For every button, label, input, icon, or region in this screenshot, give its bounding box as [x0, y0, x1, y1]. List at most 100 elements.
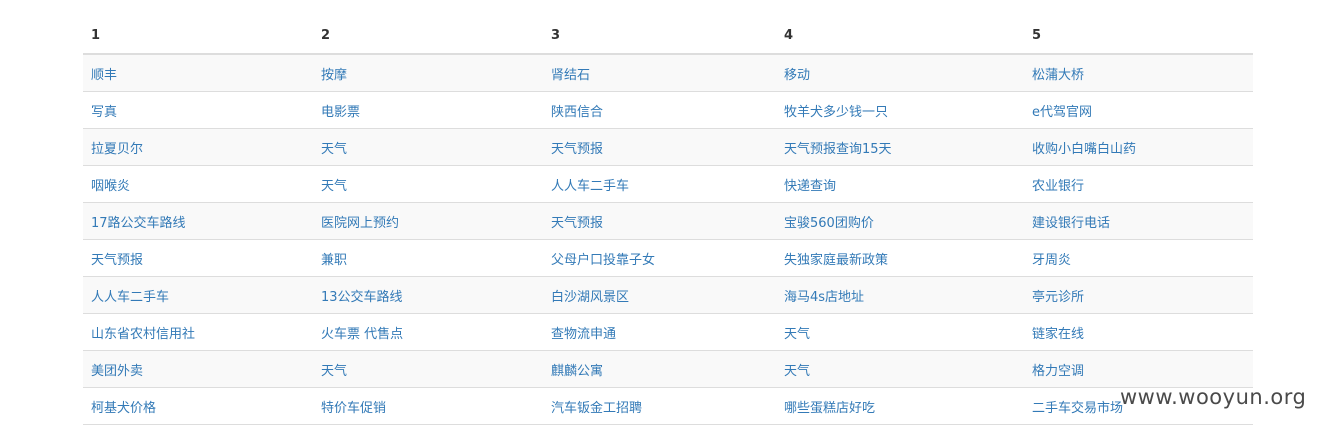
keyword-link[interactable]: 咽喉炎	[91, 179, 130, 194]
table-cell: 山东省农村信用社	[83, 313, 313, 351]
table-cell: 电影票	[313, 91, 543, 129]
keyword-link[interactable]: 天气	[784, 364, 810, 379]
keyword-link[interactable]: 牧羊犬多少钱一只	[784, 105, 888, 120]
keyword-link[interactable]: 查物流申通	[551, 327, 616, 342]
keyword-link[interactable]: 人人车二手车	[551, 179, 629, 194]
keyword-link[interactable]: 宝骏560团购价	[784, 216, 874, 231]
table-row: 写真 电影票 陕西信合 牧羊犬多少钱一只 e代驾官网	[83, 91, 1253, 129]
table-cell: 哪些蛋糕店好吃	[776, 387, 1024, 425]
table-cell: 查物流申通	[543, 313, 776, 351]
keyword-link[interactable]: 失独家庭最新政策	[784, 253, 888, 268]
keyword-link[interactable]: 天气	[321, 179, 347, 194]
table-cell: 牙周炎	[1024, 239, 1253, 277]
table-cell: 顺丰	[83, 54, 313, 92]
table-cell: 天气预报	[543, 202, 776, 240]
keyword-link[interactable]: 天气预报	[91, 253, 143, 268]
keyword-link[interactable]: 松蒲大桥	[1032, 68, 1084, 83]
table-cell: 拉夏贝尔	[83, 128, 313, 166]
table-row: 天气预报 兼职 父母户口投靠子女 失独家庭最新政策 牙周炎	[83, 239, 1253, 277]
column-header-3: 3	[543, 17, 776, 55]
table-cell: 白沙湖风景区	[543, 276, 776, 314]
table-cell: 医院网上预约	[313, 202, 543, 240]
table-cell: 失独家庭最新政策	[776, 239, 1024, 277]
keyword-link[interactable]: 格力空调	[1032, 364, 1084, 379]
table-cell: 天气预报	[83, 239, 313, 277]
keyword-link[interactable]: 亭元诊所	[1032, 290, 1084, 305]
keyword-link[interactable]: 柯基犬价格	[91, 401, 156, 416]
keyword-link[interactable]: 火车票 代售点	[321, 327, 403, 342]
results-table: 1 2 3 4 5 顺丰 按摩 肾结石 移动 松蒲大桥写真 电影票 陕西信合 牧羊犬多少钱一只…	[83, 17, 1253, 425]
table-cell: 13公交车路线	[313, 276, 543, 314]
table-cell: 松蒲大桥	[1024, 54, 1253, 92]
keyword-link[interactable]: 13公交车路线	[321, 290, 403, 305]
keyword-link[interactable]: e代驾官网	[1032, 105, 1092, 120]
table-cell: 天气	[313, 350, 543, 388]
keyword-link[interactable]: 医院网上预约	[321, 216, 399, 231]
keyword-link[interactable]: 移动	[784, 68, 810, 83]
table-cell: 按摩	[313, 54, 543, 92]
keyword-link[interactable]: 电影票	[321, 105, 360, 120]
table-cell: 牧羊犬多少钱一只	[776, 91, 1024, 129]
keyword-link[interactable]: 美团外卖	[91, 364, 143, 379]
header-row: 1 2 3 4 5	[83, 17, 1253, 55]
keyword-link[interactable]: 肾结石	[551, 68, 590, 83]
keyword-link[interactable]: 牙周炎	[1032, 253, 1071, 268]
table-cell: 兼职	[313, 239, 543, 277]
keyword-link[interactable]: 山东省农村信用社	[91, 327, 195, 342]
table-cell: 人人车二手车	[543, 165, 776, 203]
table-cell: 建设银行电话	[1024, 202, 1253, 240]
table-cell: 亭元诊所	[1024, 276, 1253, 314]
table-cell: 美团外卖	[83, 350, 313, 388]
keyword-link[interactable]: 海马4s店地址	[784, 290, 864, 305]
keyword-link[interactable]: 天气预报	[551, 216, 603, 231]
keyword-link[interactable]: 天气预报	[551, 142, 603, 157]
table-row: 拉夏贝尔 天气 天气预报 天气预报查询15天 收购小白嘴白山药	[83, 128, 1253, 166]
keyword-link[interactable]: 哪些蛋糕店好吃	[784, 401, 875, 416]
keyword-link[interactable]: 建设银行电话	[1032, 216, 1110, 231]
keyword-link[interactable]: 汽车钣金工招聘	[551, 401, 642, 416]
table-cell: 链家在线	[1024, 313, 1253, 351]
keyword-link[interactable]: 白沙湖风景区	[551, 290, 629, 305]
table-row: 顺丰 按摩 肾结石 移动 松蒲大桥	[83, 54, 1253, 92]
table-cell: 天气	[776, 313, 1024, 351]
results-table-container: 1 2 3 4 5 顺丰 按摩 肾结石 移动 松蒲大桥写真 电影票 陕西信合 牧羊犬多少钱一只…	[83, 17, 1253, 425]
keyword-link[interactable]: 顺丰	[91, 68, 117, 83]
watermark-text: www.wooyun.org	[1120, 385, 1307, 409]
table-cell: 格力空调	[1024, 350, 1253, 388]
keyword-link[interactable]: 农业银行	[1032, 179, 1084, 194]
keyword-link[interactable]: 写真	[91, 105, 117, 120]
keyword-link[interactable]: 17路公交车路线	[91, 216, 186, 231]
table-cell: 17路公交车路线	[83, 202, 313, 240]
table-cell: 天气	[313, 128, 543, 166]
keyword-link[interactable]: 天气	[784, 327, 810, 342]
table-row: 美团外卖 天气 麒麟公寓 天气 格力空调	[83, 350, 1253, 388]
keyword-link[interactable]: 快递查询	[784, 179, 836, 194]
table-cell: 汽车钣金工招聘	[543, 387, 776, 425]
table-cell: 天气预报	[543, 128, 776, 166]
keyword-link[interactable]: 父母户口投靠子女	[551, 253, 655, 268]
table-cell: 移动	[776, 54, 1024, 92]
keyword-link[interactable]: 天气预报查询15天	[784, 142, 892, 157]
keyword-link[interactable]: 链家在线	[1032, 327, 1084, 342]
keyword-link[interactable]: 按摩	[321, 68, 347, 83]
table-cell: 宝骏560团购价	[776, 202, 1024, 240]
keyword-link[interactable]: 特价车促销	[321, 401, 386, 416]
column-header-2: 2	[313, 17, 543, 55]
table-row: 柯基犬价格 特价车促销 汽车钣金工招聘 哪些蛋糕店好吃 二手车交易市场	[83, 387, 1253, 425]
column-header-4: 4	[776, 17, 1024, 55]
keyword-link[interactable]: 天气	[321, 364, 347, 379]
table-cell: 柯基犬价格	[83, 387, 313, 425]
keyword-link[interactable]: 麒麟公寓	[551, 364, 603, 379]
keyword-link[interactable]: 收购小白嘴白山药	[1032, 142, 1136, 157]
keyword-link[interactable]: 人人车二手车	[91, 290, 169, 305]
keyword-link[interactable]: 拉夏贝尔	[91, 142, 143, 157]
keyword-link[interactable]: 陕西信合	[551, 105, 603, 120]
keyword-link[interactable]: 兼职	[321, 253, 347, 268]
table-cell: 快递查询	[776, 165, 1024, 203]
table-cell: 特价车促销	[313, 387, 543, 425]
table-header: 1 2 3 4 5	[83, 17, 1253, 55]
table-body: 顺丰 按摩 肾结石 移动 松蒲大桥 写真 电影票 陕西信合 牧羊犬多少钱一只 e代驾官网 拉夏贝尔天…	[83, 54, 1253, 425]
keyword-link[interactable]: 二手车交易市场	[1032, 401, 1123, 416]
keyword-link[interactable]: 天气	[321, 142, 347, 157]
table-cell: 写真	[83, 91, 313, 129]
